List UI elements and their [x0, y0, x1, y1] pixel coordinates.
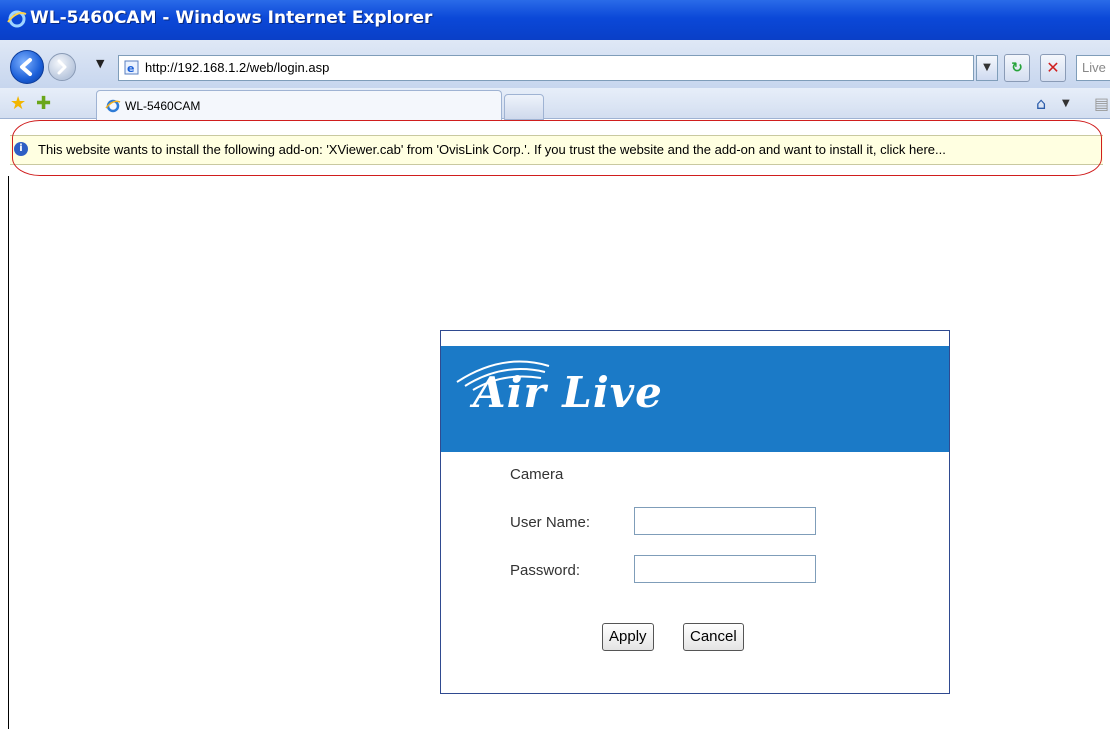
stop-button[interactable]: ✕ [1040, 54, 1066, 82]
back-arrow-icon [20, 58, 32, 76]
forward-arrow-icon [57, 59, 67, 75]
username-field[interactable] [634, 507, 816, 535]
cancel-button[interactable]: Cancel [683, 623, 744, 651]
password-field[interactable] [634, 555, 816, 583]
home-icon[interactable]: ⌂ [1036, 94, 1046, 113]
refresh-button[interactable]: ↻ [1004, 54, 1030, 82]
title-bar: WL-5460CAM - Windows Internet Explorer [0, 0, 1110, 40]
brand-banner: Air Live [441, 346, 949, 452]
window-title: WL-5460CAM - Windows Internet Explorer [30, 8, 433, 28]
tab-label: WL-5460CAM [125, 99, 201, 113]
tab-bar: ★ ✚ WL-5460CAM ⌂ ▼ ▤ [0, 88, 1110, 121]
login-panel: Air Live Camera User Name: Password: App… [440, 330, 950, 694]
ie-tab-icon [105, 99, 121, 113]
home-dropdown-icon[interactable]: ▼ [1062, 98, 1070, 109]
tab-wl-5460cam[interactable]: WL-5460CAM [96, 90, 502, 121]
ie-page-icon: e [124, 60, 139, 75]
address-dropdown-button[interactable]: ▼ [976, 55, 998, 81]
apply-button[interactable]: Apply [602, 623, 654, 651]
feeds-icon[interactable]: ▤ [1094, 94, 1109, 113]
recent-pages-dropdown-icon[interactable]: ▼ [96, 57, 104, 70]
camera-heading: Camera [510, 466, 564, 483]
address-url: http://192.168.1.2/web/login.asp [145, 60, 330, 75]
favorites-star-icon[interactable]: ★ [10, 93, 26, 114]
search-placeholder: Live [1082, 60, 1106, 75]
new-tab-button[interactable] [504, 94, 544, 120]
address-field[interactable]: e http://192.168.1.2/web/login.asp [118, 55, 974, 81]
password-label: Password: [510, 562, 581, 579]
navigation-bar: ▼ e http://192.168.1.2/web/login.asp ▼ ↻… [0, 40, 1110, 88]
back-button[interactable] [10, 50, 44, 84]
page-left-border [8, 176, 9, 729]
forward-button[interactable] [48, 53, 76, 81]
highlight-annotation [12, 120, 1102, 176]
airlive-logo: Air Live [473, 368, 663, 417]
add-favorites-icon[interactable]: ✚ [36, 93, 51, 114]
svg-text:e: e [127, 62, 134, 75]
search-input[interactable]: Live [1076, 55, 1110, 81]
username-label: User Name: [510, 514, 591, 531]
ie-logo-icon [7, 10, 27, 28]
